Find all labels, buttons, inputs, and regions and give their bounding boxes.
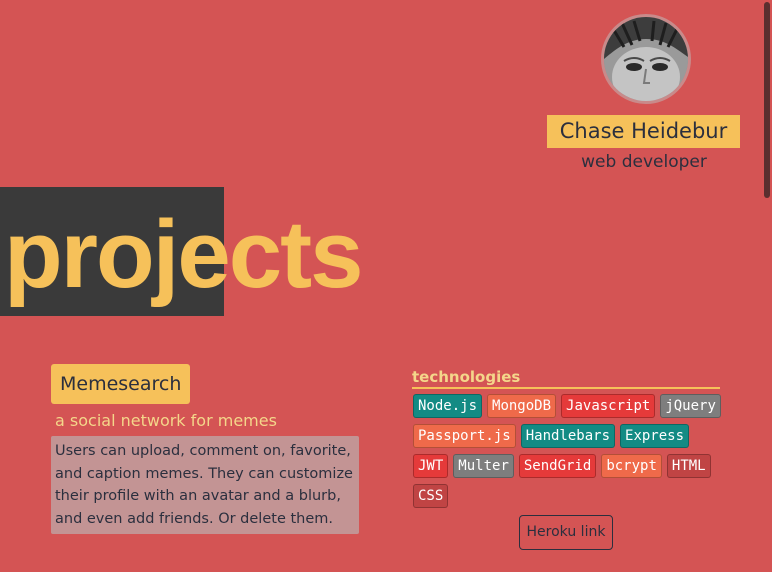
tech-tag: Passport.js [413, 424, 516, 448]
technologies-list: Node.js MongoDB Javascript jQuery Passport.j… [413, 394, 723, 508]
profile-name: Chase Heidebur [547, 115, 740, 148]
tech-tag: Handlebars [520, 424, 616, 448]
tech-tag: Node.js [413, 394, 483, 418]
tech-tag: Multer [453, 454, 514, 478]
profile-role: web developer [581, 152, 707, 172]
tech-tag: jQuery [660, 394, 721, 418]
scrollbar[interactable] [762, 0, 772, 572]
tech-tag: Express [620, 424, 690, 448]
tech-tag: HTML [666, 454, 711, 478]
avatar [601, 14, 691, 104]
tech-tag: JWT [413, 454, 449, 478]
page-title-highlight: proj [4, 201, 179, 308]
project-name: Memesearch [51, 364, 191, 404]
page-title-rest: ects [177, 201, 363, 308]
tech-tag: SendGrid [518, 454, 597, 478]
avatar-photo [604, 17, 688, 101]
tech-tag: CSS [413, 484, 449, 508]
heroku-link[interactable]: Heroku link [519, 515, 613, 550]
project-description: Users can upload, comment on, favorite, … [51, 436, 359, 534]
tech-tag: bcrypt [601, 454, 662, 478]
tech-tag: MongoDB [487, 394, 557, 418]
page-title: projects [4, 195, 363, 315]
technologies-heading: technologies [412, 368, 720, 389]
project-tagline: a social network for memes [55, 411, 277, 430]
scrollbar-thumb[interactable] [764, 2, 770, 198]
tech-tag: Javascript [561, 394, 656, 418]
